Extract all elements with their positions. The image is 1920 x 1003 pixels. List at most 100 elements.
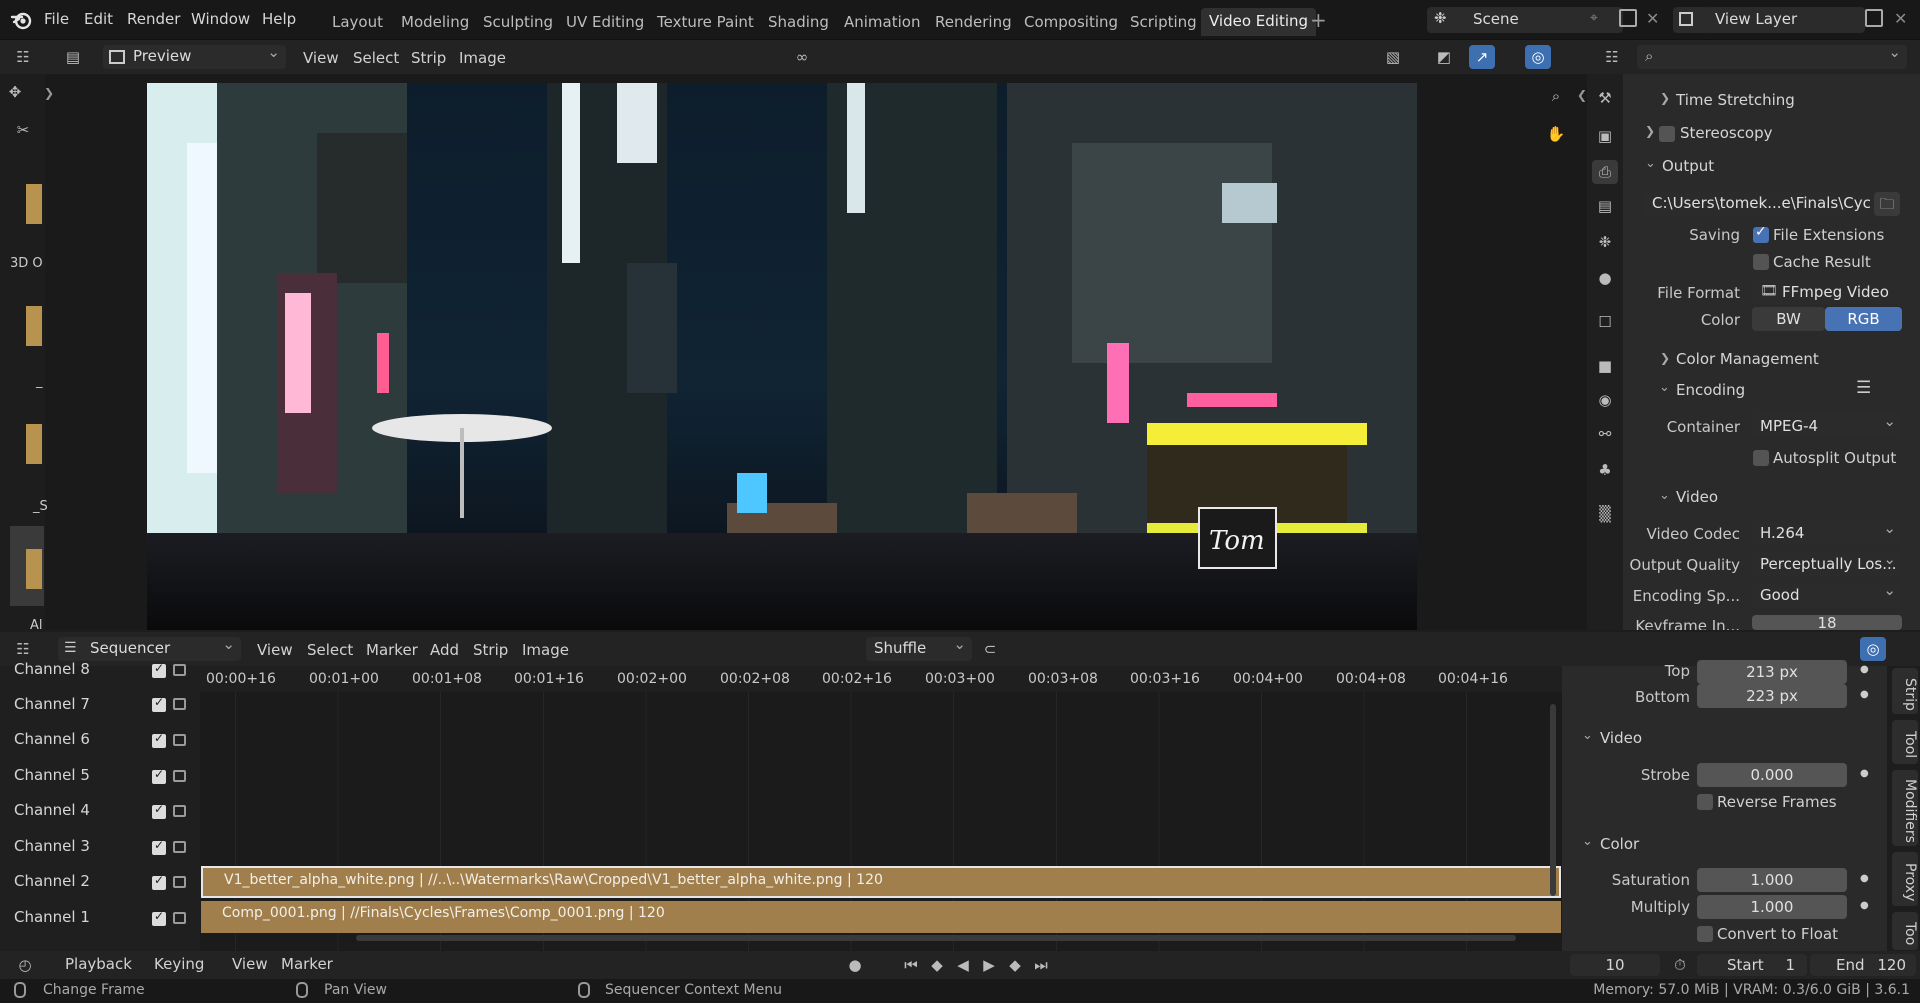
output-tab-icon[interactable]: ⎙ <box>1592 160 1618 184</box>
sidebar-tab-modifiers[interactable]: Modifiers <box>1892 770 1918 846</box>
texture-tab-icon[interactable]: ▒ <box>1592 502 1618 526</box>
channel-7-lock-icon[interactable] <box>173 698 186 710</box>
channel-1-lock-icon[interactable] <box>173 912 186 924</box>
seq-menu-strip[interactable]: Strip <box>473 641 508 659</box>
sidebar-tab-tool[interactable]: Tool <box>1892 720 1918 764</box>
stereoscopy-chevron-icon[interactable]: ❯ <box>1645 124 1655 138</box>
scene-tab-icon[interactable]: ❉ <box>1592 230 1618 254</box>
color-management-chevron-icon[interactable]: ❯ <box>1660 351 1670 365</box>
encoding-chevron-icon[interactable]: ⌄ <box>1659 380 1670 395</box>
channel-2-lock-icon[interactable] <box>173 876 186 888</box>
channel-5-label[interactable]: Channel 5 <box>14 766 90 784</box>
time-stretching-section[interactable]: Time Stretching <box>1676 91 1795 109</box>
tab-texture-paint[interactable]: Texture Paint <box>657 13 754 31</box>
physics-tab-icon[interactable]: ◉ <box>1592 388 1618 412</box>
vertical-scrollbar[interactable] <box>1550 704 1556 896</box>
channel-2-mute-checkbox[interactable] <box>152 873 166 890</box>
output-chevron-icon[interactable]: ⌄ <box>1645 156 1656 171</box>
new-scene-icon[interactable] <box>1619 9 1637 27</box>
encoding-section[interactable]: Encoding <box>1676 381 1745 399</box>
channel-2-label[interactable]: Channel 2 <box>14 872 90 890</box>
strobe-field[interactable]: 0.000 <box>1697 763 1847 787</box>
sidebar-toggle-icon[interactable]: ❮ <box>1577 88 1587 102</box>
seq-menu-add[interactable]: Add <box>430 641 459 659</box>
world-tab-icon[interactable]: ● <box>1592 266 1618 290</box>
sequencer-editor-type-icon[interactable]: ☷ <box>10 637 36 661</box>
channel-7-mute-checkbox[interactable] <box>152 695 166 712</box>
sequencer-mode-dropdown[interactable]: Sequencer <box>58 635 241 661</box>
tab-scripting[interactable]: Scripting <box>1130 13 1197 31</box>
tab-shading[interactable]: Shading <box>768 13 829 31</box>
stereoscopy-checkbox[interactable] <box>1659 126 1675 142</box>
timeline-menu-marker[interactable]: Marker <box>281 955 333 973</box>
output-path-field[interactable]: C:\Users\tomek...e\Finals\Cycles\ <box>1644 191 1870 217</box>
preview-menu-select[interactable]: Select <box>353 49 399 67</box>
encoding-speed-dropdown[interactable]: Good <box>1752 583 1902 607</box>
channel-4-mute-checkbox[interactable] <box>152 802 166 819</box>
properties-editor-type-icon[interactable]: ☷ <box>1599 45 1625 69</box>
view-layer-name-field[interactable]: View Layer <box>1705 7 1865 33</box>
blender-logo-icon[interactable] <box>10 9 32 31</box>
channel-1-label[interactable]: Channel 1 <box>14 908 90 926</box>
horizontal-scrollbar[interactable] <box>356 935 1516 941</box>
tab-compositing[interactable]: Compositing <box>1024 13 1118 31</box>
view-layer-tab-icon[interactable]: ▤ <box>1592 194 1618 218</box>
jump-start-icon[interactable]: ⏮ <box>898 953 924 977</box>
toolbar-expand-icon[interactable]: ❯ <box>44 86 54 100</box>
crop-top-keyframe-icon[interactable]: ● <box>1860 664 1869 675</box>
channel-1-mute-checkbox[interactable] <box>152 909 166 926</box>
preview-channels-icon[interactable]: ◩ <box>1431 45 1457 69</box>
file-extensions-checkbox[interactable] <box>1753 224 1769 243</box>
blade-tool-icon[interactable]: ✂ <box>10 118 36 142</box>
gizmo-toggle-icon[interactable]: ↗ <box>1469 45 1495 69</box>
tab-sculpting[interactable]: Sculpting <box>483 13 553 31</box>
data-tab-icon[interactable]: ♣ <box>1592 458 1618 482</box>
play-reverse-icon[interactable]: ◀ <box>950 953 976 977</box>
time-stretching-chevron-icon[interactable]: ❯ <box>1660 91 1670 105</box>
transform-tool-icon[interactable]: ✥ <box>2 80 28 104</box>
menu-file[interactable]: File <box>44 10 69 28</box>
channel-3-mute-checkbox[interactable] <box>152 838 166 855</box>
editor-type-icon[interactable]: ☷ <box>10 45 36 69</box>
strip-channel-2[interactable]: V1_better_alpha_white.png | //..\..\Wate… <box>201 866 1561 898</box>
timeline-menu-playback[interactable]: Playback <box>65 955 132 973</box>
channel-6-label[interactable]: Channel 6 <box>14 730 90 748</box>
sidebar-tab-strip[interactable]: Strip <box>1892 668 1918 714</box>
seq-menu-view[interactable]: View <box>257 641 293 659</box>
output-quality-dropdown[interactable]: Perceptually Los... <box>1752 552 1902 576</box>
menu-edit[interactable]: Edit <box>84 10 113 28</box>
strip-channel-1[interactable]: Comp_0001.png | //Finals\Cycles\Frames\C… <box>201 901 1561 933</box>
record-icon[interactable]: ● <box>842 953 868 977</box>
channel-3-label[interactable]: Channel 3 <box>14 837 90 855</box>
channel-6-mute-checkbox[interactable] <box>152 731 166 748</box>
zoom-icon[interactable]: ⌕ <box>1543 84 1569 108</box>
new-view-layer-icon[interactable] <box>1865 9 1883 27</box>
channel-4-label[interactable]: Channel 4 <box>14 801 90 819</box>
saturation-field[interactable]: 1.000 <box>1697 868 1847 892</box>
tool-tab-icon[interactable]: ⚒ <box>1592 86 1618 110</box>
hand-pan-icon[interactable]: ✋ <box>1543 122 1569 146</box>
tab-video-editing[interactable]: Video Editing <box>1201 8 1317 36</box>
presets-list-icon[interactable]: ☰ <box>1856 378 1871 398</box>
cache-result-checkbox[interactable] <box>1753 254 1769 270</box>
menu-help[interactable]: Help <box>262 10 296 28</box>
timeline-menu-view[interactable]: View <box>232 955 268 973</box>
stopwatch-icon[interactable]: ⏱ <box>1667 953 1693 977</box>
output-section[interactable]: Output <box>1662 157 1714 175</box>
object-tab-icon[interactable]: ■ <box>1592 354 1618 378</box>
color-management-section[interactable]: Color Management <box>1676 350 1819 368</box>
video-codec-dropdown[interactable]: H.264 <box>1752 521 1902 545</box>
channel-7-label[interactable]: Channel 7 <box>14 695 90 713</box>
seq-menu-marker[interactable]: Marker <box>366 641 418 659</box>
view-type-icon[interactable]: ▤ <box>60 45 86 69</box>
remove-view-layer-icon[interactable]: ✕ <box>1894 9 1907 28</box>
video-chevron-icon[interactable]: ⌄ <box>1659 488 1670 503</box>
strobe-keyframe-icon[interactable]: ● <box>1860 768 1869 779</box>
end-frame-field[interactable]: End 120 <box>1810 954 1916 976</box>
sidebar-tab-proxy[interactable]: Proxy <box>1892 852 1918 906</box>
convert-float-checkbox[interactable] <box>1697 926 1713 942</box>
autosplit-checkbox[interactable] <box>1753 450 1769 466</box>
preview-menu-image[interactable]: Image <box>459 49 506 67</box>
channel-3-lock-icon[interactable] <box>173 841 186 853</box>
strip-video-section[interactable]: Video <box>1600 729 1642 747</box>
